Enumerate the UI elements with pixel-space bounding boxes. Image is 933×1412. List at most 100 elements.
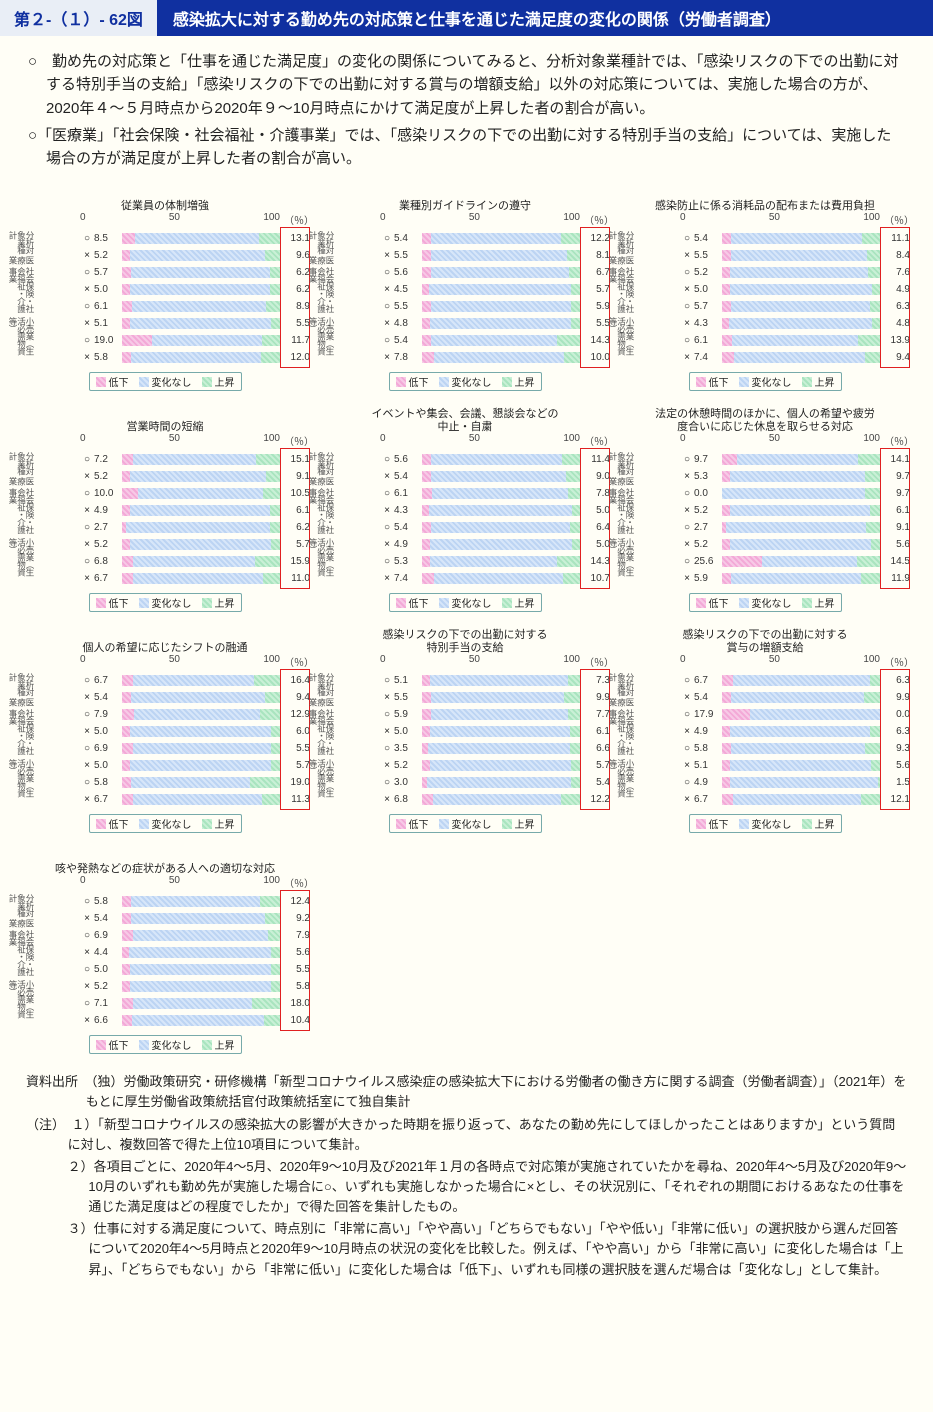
up-value: 9.2	[280, 913, 310, 924]
axis-tick: 0	[80, 433, 86, 448]
low-value: 5.4	[394, 471, 422, 482]
row-mark: ○	[380, 301, 394, 312]
stacked-bar	[122, 454, 280, 465]
y-group-label: 医療業	[620, 477, 634, 488]
legend-swatch	[396, 377, 406, 387]
row-mark: ×	[380, 692, 394, 703]
y-group-label: 医療業	[320, 477, 334, 488]
axis-tick: 0	[80, 654, 86, 669]
plot-area: 分析対象業種計医療業社会保険・社会福祉・介護事業小売業（生活必需物資等）○5.8…	[20, 890, 310, 1031]
plot-area: 分析対象業種計医療業社会保険・社会福祉・介護事業小売業（生活必需物資等）○7.2…	[20, 448, 310, 589]
bar-row: ○6.76.3	[680, 672, 910, 688]
legend-label: 上昇	[215, 816, 235, 831]
chart: 感染防止に係る消耗品の配布または費用負担050100（％）分析対象業種計医療業社…	[620, 184, 910, 399]
bar-row: ×5.29.1	[80, 468, 310, 484]
stacked-bar	[122, 675, 280, 686]
y-group-label: 分析対象業種計	[620, 673, 634, 698]
row-mark: ○	[680, 522, 694, 533]
bar-row: ○6.18.9	[80, 298, 310, 314]
bar-row: ○5.819.0	[80, 774, 310, 790]
low-value: 6.7	[94, 794, 122, 805]
stacked-bar	[722, 352, 880, 363]
row-mark: ×	[680, 726, 694, 737]
stacked-bar	[122, 794, 280, 805]
bar-row: ○4.91.5	[680, 774, 910, 790]
row-mark: ×	[80, 539, 94, 550]
bar-row: ×6.712.1	[680, 791, 910, 807]
row-mark: ○	[680, 675, 694, 686]
legend: 低下変化なし上昇	[689, 593, 842, 612]
bar-row: ○6.95.5	[80, 740, 310, 756]
row-mark: ×	[380, 505, 394, 516]
axis-row: 050100（％）	[620, 212, 910, 227]
legend-swatch	[802, 819, 812, 829]
low-value: 4.3	[694, 318, 722, 329]
legend-swatch	[739, 377, 749, 387]
row-mark: ○	[80, 896, 94, 907]
row-mark: ×	[80, 913, 94, 924]
up-value: 5.6	[880, 539, 910, 550]
stacked-bar	[422, 675, 580, 686]
legend-label: 上昇	[515, 816, 535, 831]
stacked-bar	[422, 743, 580, 754]
up-value: 11.4	[580, 454, 610, 465]
legend-item: 低下	[696, 595, 729, 610]
stacked-bar	[122, 267, 280, 278]
row-mark: ○	[380, 743, 394, 754]
up-value: 10.7	[580, 573, 610, 584]
legend-swatch	[139, 819, 149, 829]
y-group-label: 医療業	[20, 256, 34, 267]
bar-row: ○25.614.5	[680, 553, 910, 569]
low-value: 3.0	[394, 777, 422, 788]
row-mark: ×	[680, 539, 694, 550]
row-mark: ○	[80, 556, 94, 567]
bar-row: ×5.29.6	[80, 247, 310, 263]
stacked-bar	[722, 692, 880, 703]
legend-swatch	[739, 819, 749, 829]
low-value: 5.2	[94, 981, 122, 992]
axis-tick: 0	[80, 875, 86, 890]
low-value: 2.7	[694, 522, 722, 533]
low-value: 7.2	[94, 454, 122, 465]
legend-item: 上昇	[202, 1037, 235, 1052]
low-value: 6.7	[694, 675, 722, 686]
legend-label: 低下	[409, 595, 429, 610]
stacked-bar	[122, 1015, 280, 1026]
row-mark: ×	[380, 318, 394, 329]
low-value: 4.3	[394, 505, 422, 516]
up-value: 6.2	[280, 522, 310, 533]
low-value: 7.9	[94, 709, 122, 720]
low-value: 5.1	[694, 760, 722, 771]
bar-row: ○5.314.3	[380, 553, 610, 569]
bar-row: ○6.815.9	[80, 553, 310, 569]
axis-tick: 100	[563, 433, 580, 448]
stacked-bar	[422, 318, 580, 329]
y-group-label: 社会保険・社会福祉・介護事業	[620, 267, 634, 317]
stacked-bar	[422, 539, 580, 550]
low-value: 5.3	[394, 556, 422, 567]
chart: 営業時間の短縮050100（％）分析対象業種計医療業社会保険・社会福祉・介護事業…	[20, 405, 310, 620]
bar-row: ×5.58.4	[680, 247, 910, 263]
legend-label: 低下	[109, 595, 129, 610]
stacked-bar	[122, 692, 280, 703]
row-mark: ×	[680, 692, 694, 703]
bar-row: ○5.46.4	[380, 519, 610, 535]
bar-row: ×5.25.8	[80, 978, 310, 994]
row-mark: ○	[680, 267, 694, 278]
legend-swatch	[96, 819, 106, 829]
bar-row: ×4.96.3	[680, 723, 910, 739]
up-value: 4.8	[880, 318, 910, 329]
up-value: 5.0	[580, 505, 610, 516]
stacked-bar	[422, 454, 580, 465]
legend-label: 上昇	[515, 374, 535, 389]
row-mark: ×	[680, 318, 694, 329]
up-value: 12.4	[280, 896, 310, 907]
legend-item: 変化なし	[439, 374, 492, 389]
chart-title: 従業員の体制増強	[20, 186, 310, 212]
stacked-bar	[122, 488, 280, 499]
row-mark: ○	[680, 454, 694, 465]
chart-title: 感染防止に係る消耗品の配布または費用負担	[620, 186, 910, 212]
bar-row: ×5.25.7	[80, 536, 310, 552]
up-value: 6.3	[880, 301, 910, 312]
axis-tick: 0	[680, 433, 686, 448]
